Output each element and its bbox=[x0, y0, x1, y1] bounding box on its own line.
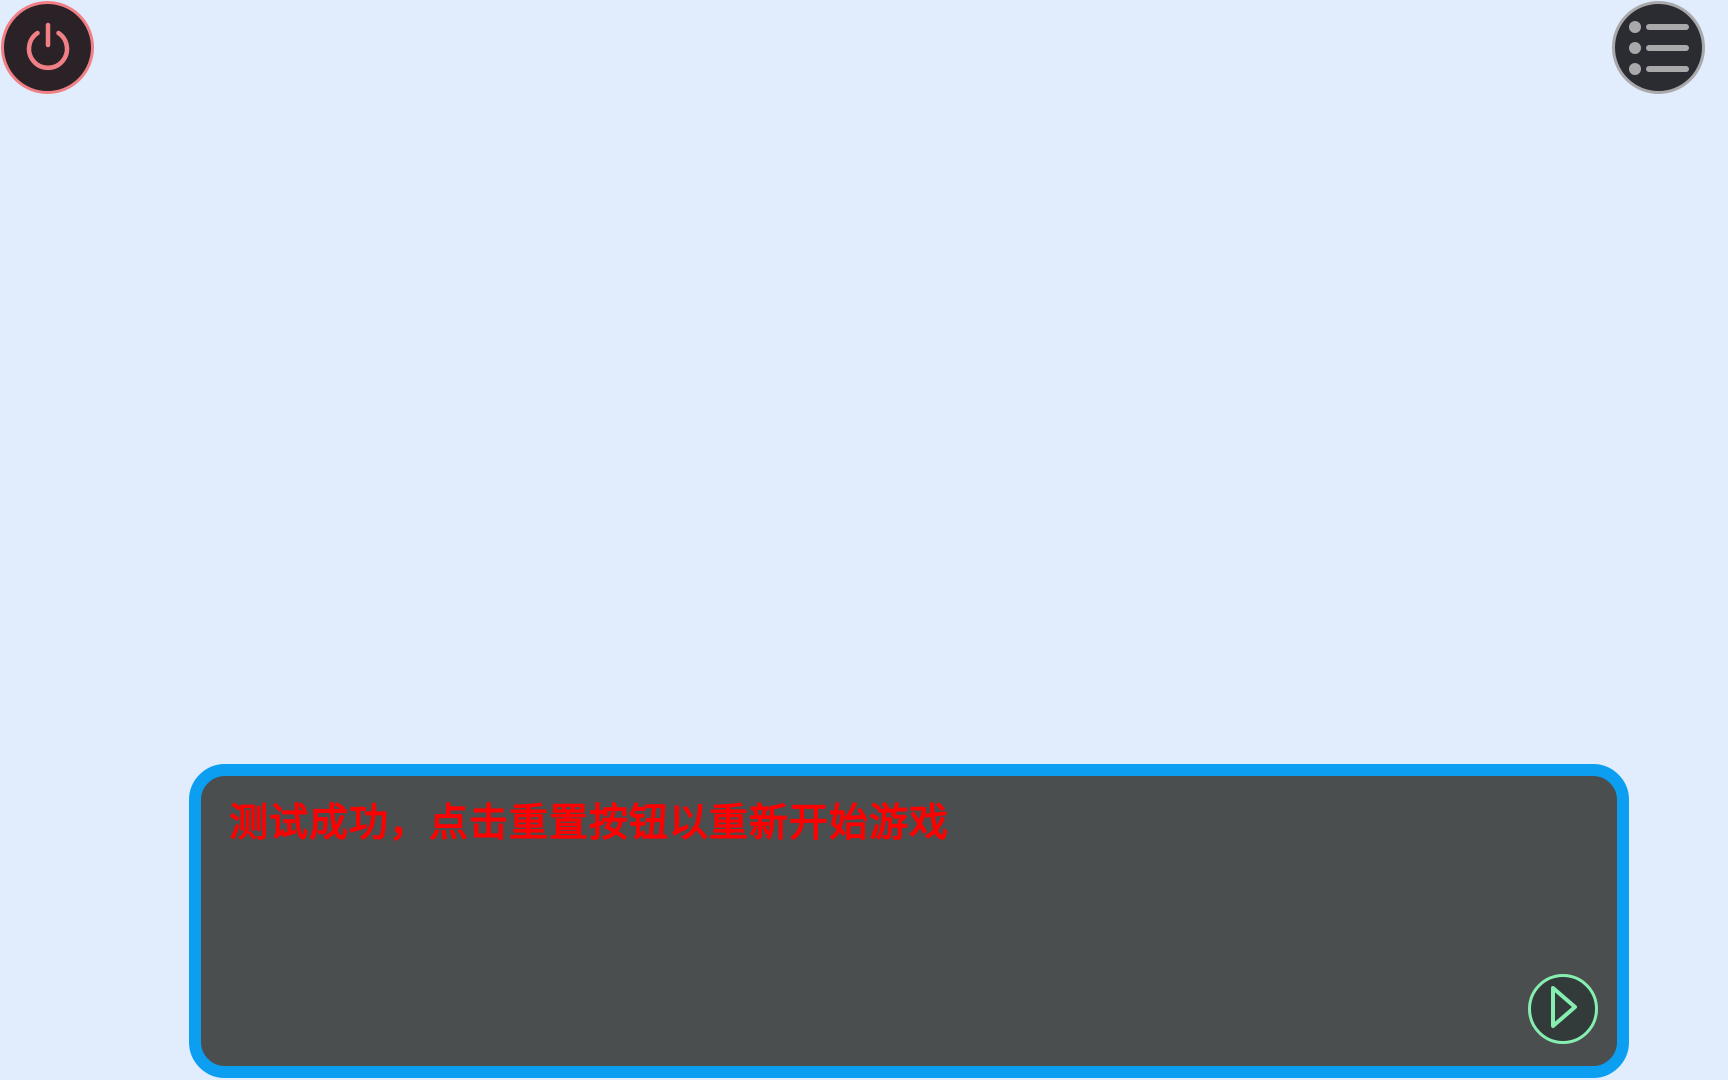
play-icon bbox=[1545, 984, 1581, 1034]
menu-button[interactable] bbox=[1612, 1, 1705, 94]
menu-list-icon bbox=[1627, 18, 1691, 78]
dialog-message: 测试成功，点击重置按钮以重新开始游戏 bbox=[229, 801, 950, 846]
power-button[interactable] bbox=[1, 1, 94, 94]
dialog-box: 测试成功，点击重置按钮以重新开始游戏 bbox=[189, 764, 1629, 1078]
power-icon bbox=[17, 17, 79, 79]
next-button[interactable] bbox=[1528, 974, 1598, 1044]
